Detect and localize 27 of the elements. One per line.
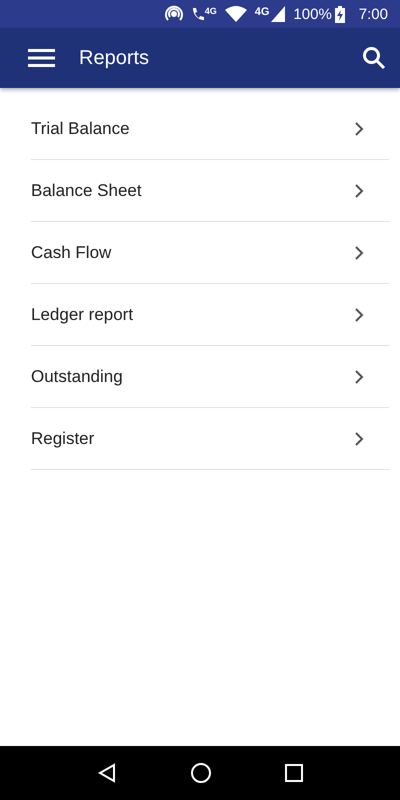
report-list-item[interactable]: Trial Balance bbox=[31, 98, 389, 160]
hotspot-icon bbox=[164, 5, 183, 23]
chevron-right-icon bbox=[355, 432, 364, 446]
back-icon[interactable] bbox=[96, 763, 117, 783]
network-label: 4G bbox=[254, 6, 270, 18]
report-list-item[interactable]: Outstanding bbox=[31, 346, 389, 408]
search-icon[interactable] bbox=[362, 46, 386, 70]
menu-icon[interactable] bbox=[28, 49, 55, 67]
battery-charging-icon bbox=[334, 6, 345, 22]
signal-icon bbox=[271, 6, 286, 22]
screen-title: Reports bbox=[79, 46, 150, 70]
report-list-item[interactable]: Register bbox=[31, 408, 389, 470]
report-list-item[interactable]: Ledger report bbox=[31, 284, 389, 346]
chevron-right-icon bbox=[355, 184, 364, 198]
call-network-label: 4G bbox=[204, 6, 217, 16]
wifi-icon bbox=[224, 6, 247, 22]
chevron-right-icon bbox=[355, 246, 364, 260]
clock-time: 7:00 bbox=[358, 6, 388, 22]
phone-icon bbox=[190, 6, 205, 22]
report-list-item[interactable]: Balance Sheet bbox=[31, 160, 389, 222]
battery-level: 100% bbox=[293, 6, 332, 22]
report-list-item[interactable]: Cash Flow bbox=[31, 222, 389, 284]
recents-icon[interactable] bbox=[285, 764, 304, 782]
chevron-right-icon bbox=[355, 122, 364, 136]
chevron-right-icon bbox=[355, 370, 364, 384]
chevron-right-icon bbox=[355, 308, 364, 322]
home-icon[interactable] bbox=[190, 762, 212, 784]
